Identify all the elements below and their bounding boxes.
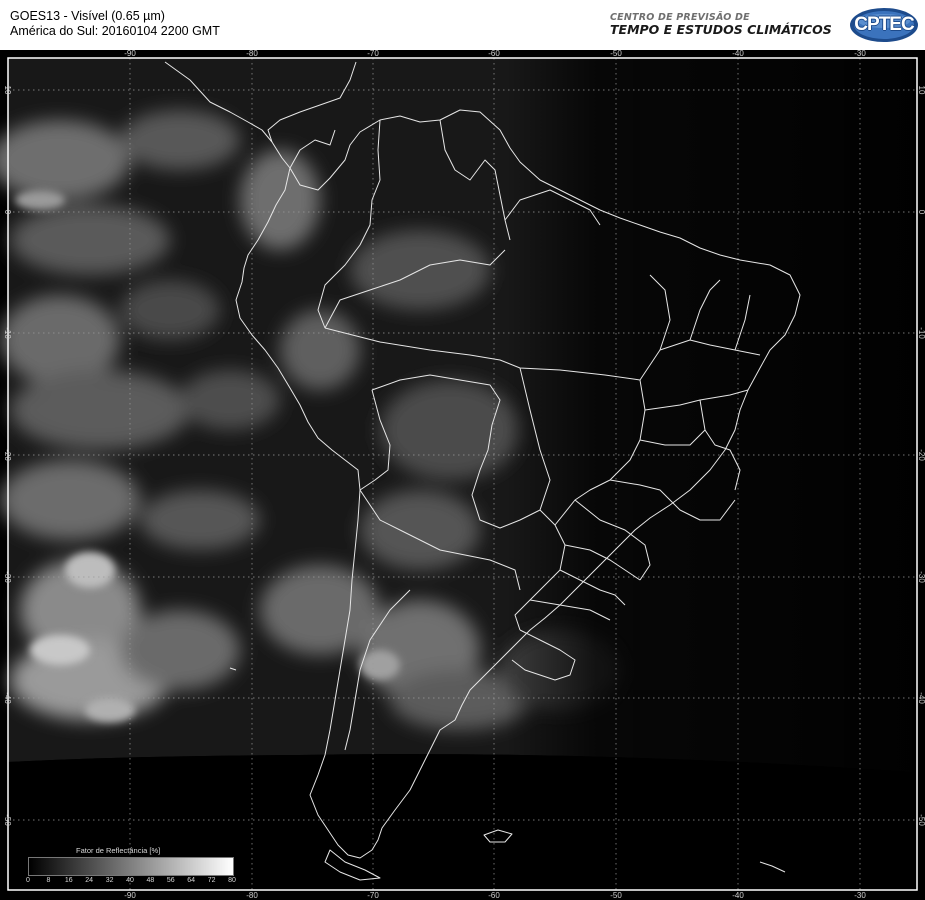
satellite-map-svg: -90 -80 -70 -60 -50 -40 -30 -90 -80 -70 … (0, 50, 925, 900)
legend-tick-label: 24 (85, 877, 94, 884)
lat-label: -10 (3, 327, 12, 339)
image-title: GOES13 - Visível (0.65 µm) (10, 9, 165, 23)
lon-label: -90 (124, 50, 136, 58)
legend-tick-label: 8 (46, 877, 51, 884)
legend-ticks: 0 8 16 24 32 40 48 56 64 72 80 (22, 877, 242, 887)
legend-tick-label: 72 (207, 877, 216, 884)
lon-label: -80 (246, 50, 258, 58)
lon-label: -30 (854, 50, 866, 58)
lat-label: -30 (3, 571, 12, 583)
legend-tick-label: 80 (228, 877, 236, 884)
longitude-labels-bottom: -90 -80 -70 -60 -50 -40 -30 (124, 891, 866, 900)
night-terminator (8, 58, 912, 778)
lat-label: -50 (3, 814, 12, 826)
org-name-line2: TEMPO E ESTUDOS CLIMÁTICOS (610, 22, 832, 37)
lon-label: -60 (488, 891, 500, 900)
lat-label: 10 (917, 86, 925, 95)
lon-label: -50 (610, 50, 622, 58)
legend-title: Fator de Reflectância [%] (76, 846, 161, 855)
lat-label: -30 (917, 571, 925, 583)
lon-label: -30 (854, 891, 866, 900)
image-subtitle: América do Sul: 20160104 2200 GMT (10, 24, 220, 38)
satellite-image: -90 -80 -70 -60 -50 -40 -30 -90 -80 -70 … (0, 50, 925, 900)
legend-tick-label: 0 (26, 877, 30, 884)
cptec-logo: CPTEC (848, 6, 920, 44)
header: GOES13 - Visível (0.65 µm) América do Su… (0, 0, 925, 50)
legend-colorbar (28, 857, 234, 876)
lat-label: -10 (917, 327, 925, 339)
lon-label: -80 (246, 891, 258, 900)
lat-label: -20 (3, 449, 12, 461)
lon-label: -90 (124, 891, 136, 900)
legend-tick-label: 16 (64, 877, 73, 884)
lon-label: -40 (732, 50, 744, 58)
legend-tick-label: 48 (146, 877, 155, 884)
lat-label: 0 (3, 210, 12, 215)
legend-tick-label: 40 (126, 877, 134, 884)
lon-label: -70 (367, 891, 379, 900)
lat-label: -40 (3, 692, 12, 704)
lat-label: -20 (917, 449, 925, 461)
lat-label: 0 (917, 210, 925, 215)
lat-label: -40 (917, 692, 925, 704)
logo-text: CPTEC (854, 14, 914, 35)
legend-tick-label: 32 (105, 877, 114, 884)
lon-label: -50 (610, 891, 622, 900)
lon-label: -70 (367, 50, 379, 58)
legend-tick-label: 64 (187, 877, 196, 884)
latitude-labels-right: 10 0 -10 -20 -30 -40 -50 (917, 86, 925, 827)
legend-tick-label: 56 (166, 877, 175, 884)
lat-label: -50 (917, 814, 925, 826)
lat-label: 10 (3, 86, 12, 95)
lon-label: -60 (488, 50, 500, 58)
longitude-labels-top: -90 -80 -70 -60 -50 -40 -30 (124, 50, 866, 58)
lon-label: -40 (732, 891, 744, 900)
